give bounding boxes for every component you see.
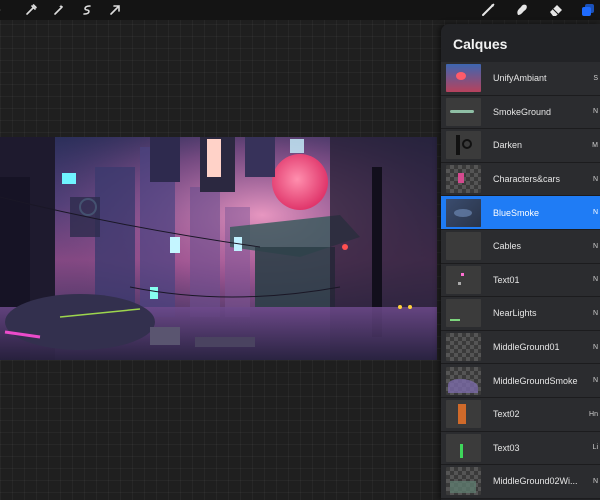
toolbar-left-tools — [0, 0, 122, 20]
layer-row[interactable]: Cables N — [441, 229, 600, 264]
layer-row[interactable]: MiddleGround01 N — [441, 330, 600, 365]
transform-icon[interactable] — [80, 3, 94, 17]
layer-blend-mode[interactable]: N — [593, 310, 598, 317]
layer-thumbnail — [446, 433, 481, 462]
layer-thumbnail — [446, 265, 481, 294]
layer-blend-mode[interactable]: N — [593, 108, 598, 115]
layer-name: MiddleGround01 — [493, 342, 560, 353]
layer-name: Text01 — [493, 274, 520, 285]
layer-row[interactable]: Darken M — [441, 129, 600, 163]
layer-row[interactable]: Text02 Hn — [441, 397, 600, 432]
toolbar-right-tools — [462, 0, 594, 20]
smudge-icon[interactable] — [514, 2, 530, 18]
brush-icon[interactable] — [480, 2, 496, 18]
eraser-icon[interactable] — [548, 2, 564, 18]
layer-thumbnail — [446, 366, 481, 395]
adjustments-icon[interactable] — [24, 3, 38, 17]
layers-icon[interactable] — [582, 4, 594, 16]
layer-blend-mode[interactable]: M — [592, 142, 598, 149]
layer-name: MiddleGroundSmoke — [493, 375, 578, 386]
layer-blend-mode[interactable]: N — [593, 377, 598, 384]
layer-thumbnail — [446, 333, 481, 362]
layer-blend-mode[interactable]: Hn — [589, 411, 598, 418]
layer-thumbnail — [446, 232, 481, 261]
layer-blend-mode[interactable]: N — [593, 243, 598, 250]
layer-blend-mode[interactable]: N — [593, 276, 598, 283]
layer-blend-mode[interactable]: N — [593, 478, 598, 485]
layer-blend-mode[interactable]: N — [593, 176, 598, 183]
layer-row[interactable]: SmokeGround N — [441, 95, 600, 130]
layer-name: BlueSmoke — [493, 207, 540, 218]
layer-row[interactable]: UnifyAmbiant S — [441, 62, 600, 96]
layer-name: Characters&cars — [493, 174, 561, 185]
layer-row[interactable]: Text03 Li — [441, 431, 600, 466]
layer-name: UnifyAmbiant — [493, 73, 547, 84]
top-toolbar — [0, 0, 600, 20]
layers-panel: Calques UnifyAmbiant S SmokeGround N Darken M… — [441, 24, 600, 500]
layer-name: NearLights — [493, 308, 537, 319]
layer-name: Darken — [493, 140, 523, 151]
layer-blend-mode[interactable]: Li — [593, 444, 598, 451]
layer-thumbnail — [446, 198, 481, 227]
layer-thumbnail — [446, 165, 481, 194]
layer-row[interactable]: NearLights N — [441, 297, 600, 331]
layer-thumbnail — [446, 131, 481, 160]
panel-title: Calques — [453, 36, 508, 52]
arrow-icon[interactable] — [108, 3, 122, 17]
selection-icon[interactable] — [52, 3, 66, 17]
layer-blend-mode[interactable]: N — [593, 344, 598, 351]
layer-thumbnail — [446, 467, 481, 496]
layer-thumbnail — [446, 97, 481, 126]
layer-row[interactable]: BlueSmoke N — [441, 196, 600, 230]
layer-name: Text03 — [493, 442, 520, 453]
layer-name: MiddleGround02Wi... — [493, 476, 578, 487]
layer-thumbnail — [446, 400, 481, 429]
layer-thumbnail — [446, 299, 481, 328]
layer-row[interactable]: Text01 N — [441, 263, 600, 298]
layer-blend-mode[interactable]: N — [593, 209, 598, 216]
artwork-illustration — [0, 137, 437, 360]
layer-blend-mode[interactable]: S — [593, 75, 598, 82]
layer-row[interactable]: MiddleGround02Wi... N — [441, 465, 600, 499]
layer-list: UnifyAmbiant S SmokeGround N Darken M Characte… — [441, 62, 600, 499]
layer-name: SmokeGround — [493, 106, 552, 117]
layer-row[interactable]: MiddleGroundSmoke N — [441, 364, 600, 398]
canvas-artwork[interactable] — [0, 137, 437, 360]
layer-row[interactable]: Characters&cars N — [441, 162, 600, 197]
actions-icon[interactable] — [0, 3, 10, 17]
layer-name: Text02 — [493, 409, 520, 420]
layer-thumbnail — [446, 64, 481, 93]
layer-name: Cables — [493, 241, 522, 252]
